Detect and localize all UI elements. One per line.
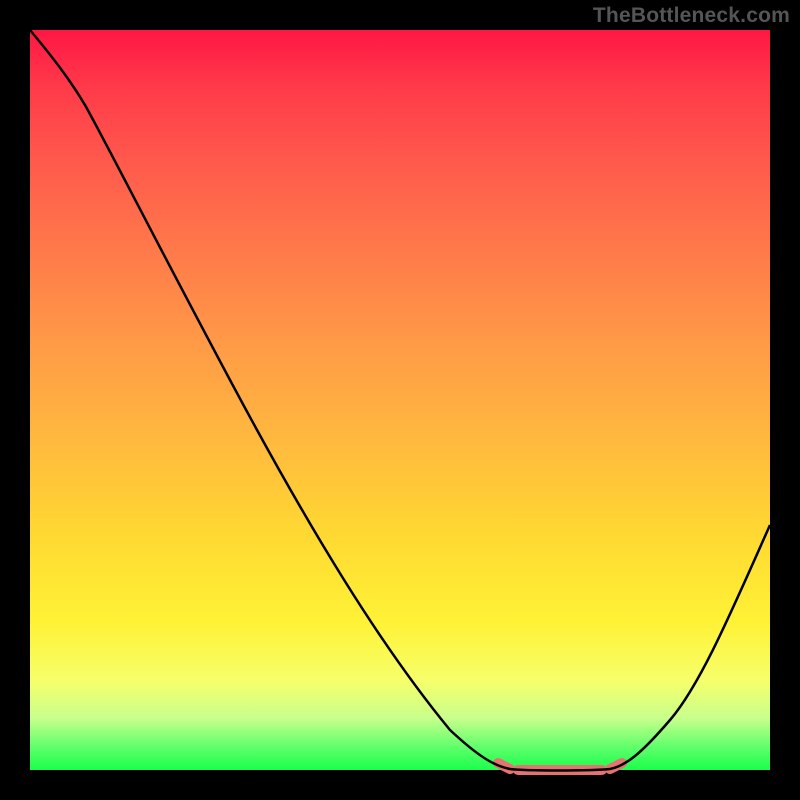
bottleneck-curve — [30, 30, 770, 771]
chart-svg — [30, 30, 770, 770]
watermark-text: TheBottleneck.com — [593, 4, 790, 28]
chart-plot-area — [30, 30, 770, 770]
